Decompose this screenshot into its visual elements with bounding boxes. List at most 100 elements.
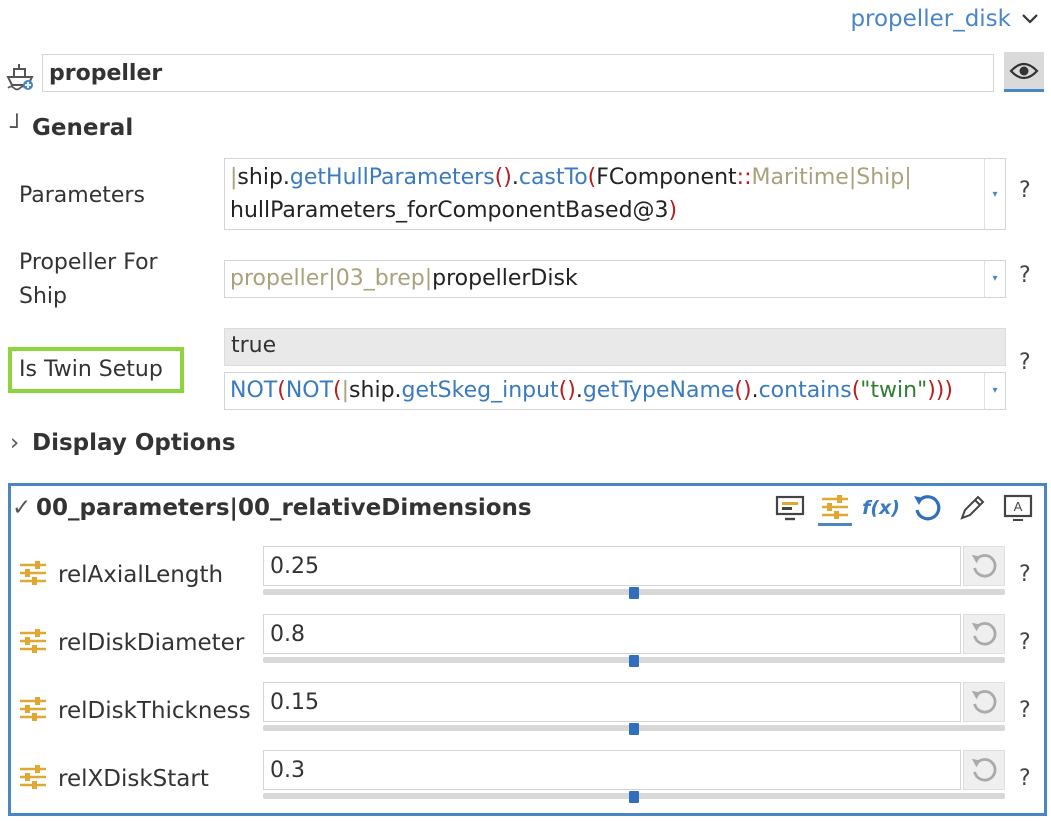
parameter-slider-icon: [20, 697, 46, 721]
general-section-header[interactable]: ┘ General: [10, 115, 133, 141]
general-section-title: General: [32, 115, 134, 141]
expr-token: (: [587, 165, 597, 190]
edit-button[interactable]: [955, 491, 989, 525]
expr-token: "twin": [860, 378, 928, 403]
expr-token: Maritime: [751, 165, 849, 190]
annotation-button[interactable]: A: [1001, 491, 1035, 525]
propeller-for-ship-field[interactable]: propeller|03_brep|propellerDisk ▾: [224, 260, 1006, 298]
component-name-input[interactable]: [42, 54, 994, 92]
parameter-slider-thumb[interactable]: [629, 723, 639, 735]
dropdown-arrow-icon[interactable]: ▾: [984, 159, 1005, 229]
expr-token: (): [558, 378, 576, 403]
expr-token: ::: [736, 165, 752, 190]
collapse-arrow-icon: ┘: [10, 115, 24, 141]
checkmark-collapse-icon: ✓: [12, 495, 32, 521]
parameter-slider-thumb[interactable]: [629, 655, 639, 667]
pencil-icon: [960, 495, 985, 520]
text-box-icon: A: [1003, 494, 1033, 521]
expr-token: NOT: [230, 378, 278, 403]
expr-token: |: [904, 165, 912, 190]
expr-token: getHullParameters: [289, 165, 495, 190]
ship-add-icon: [4, 60, 36, 92]
expr-token: castTo: [518, 165, 588, 190]
display-options-section-header[interactable]: › Display Options: [10, 430, 236, 456]
sliders-icon: [822, 495, 848, 519]
monitor-view-button[interactable]: [773, 491, 807, 525]
is-twin-setup-expression-field[interactable]: NOT(NOT(|ship.getSkeg_input().getTypeNam…: [224, 372, 1006, 410]
undo-icon: [914, 495, 941, 521]
reset-all-button[interactable]: [910, 491, 944, 525]
expr-token: ship: [349, 378, 395, 403]
parameter-reset-button[interactable]: [963, 750, 1005, 790]
expr-token: propellerDisk: [432, 266, 578, 291]
parameter-slider-icon: [20, 561, 46, 585]
expr-token: (: [851, 378, 861, 403]
expr-token: ship: [237, 165, 283, 190]
parameter-value-input[interactable]: [263, 546, 961, 586]
undo-icon: [971, 758, 997, 782]
parameter-slider-thumb[interactable]: [629, 587, 639, 599]
component-selector-label: propeller_disk: [850, 6, 1011, 32]
chevron-down-icon: [1022, 14, 1038, 24]
undo-icon: [971, 690, 997, 714]
parameter-reset-button[interactable]: [963, 546, 1005, 586]
parameter-slider-thumb[interactable]: [629, 791, 639, 803]
component-selector-dropdown[interactable]: propeller_disk: [850, 6, 1039, 32]
sliders-view-button[interactable]: [818, 491, 852, 526]
parameter-name-label: relDiskDiameter: [58, 630, 245, 656]
expr-token: .: [751, 378, 759, 403]
parameter-value-input[interactable]: [263, 750, 961, 790]
visibility-toggle-button[interactable]: [1004, 52, 1044, 92]
expr-token: hullParameters_forComponentBased@3: [230, 198, 669, 223]
eye-icon: [1009, 62, 1039, 79]
parameter-help-icon[interactable]: ?: [1019, 698, 1031, 723]
parameter-help-icon[interactable]: ?: [1019, 562, 1031, 587]
is-twin-setup-value: true: [224, 328, 1006, 366]
expr-token: (): [734, 378, 752, 403]
parameters-expression-field[interactable]: |ship.getHullParameters().castTo(FCompon…: [224, 158, 1006, 230]
dropdown-arrow-icon[interactable]: ▾: [984, 373, 1005, 409]
is-twin-setup-label: Is Twin Setup: [19, 357, 163, 382]
expr-token: .: [511, 165, 519, 190]
parameter-name-label: relDiskThickness: [58, 698, 251, 724]
expr-token: propeller|03_brep|: [230, 266, 433, 291]
parameter-help-icon[interactable]: ?: [1019, 630, 1031, 655]
expr-token: .: [575, 378, 583, 403]
expr-token: .: [394, 378, 402, 403]
expr-token: |: [341, 378, 350, 403]
parameter-slider-icon: [20, 629, 46, 653]
parameter-reset-button[interactable]: [963, 682, 1005, 722]
function-view-button[interactable]: f(x): [862, 491, 900, 525]
parameter-value-input[interactable]: [263, 682, 961, 722]
dropdown-arrow-icon[interactable]: ▾: [984, 261, 1005, 297]
parameter-name-label: relXDiskStart: [58, 766, 209, 792]
svg-text:A: A: [1014, 499, 1023, 514]
expr-token: (): [494, 165, 512, 190]
expr-token: Ship: [856, 165, 905, 190]
display-options-title: Display Options: [32, 430, 236, 456]
expr-token: ))): [927, 378, 953, 403]
parameter-reset-button[interactable]: [963, 614, 1005, 654]
undo-icon: [971, 622, 997, 646]
expr-token: getSkeg_input: [401, 378, 559, 403]
expr-token: (: [277, 378, 286, 403]
is-twin-help-icon[interactable]: ?: [1019, 350, 1031, 375]
expr-token: NOT: [285, 378, 334, 403]
parameter-help-icon[interactable]: ?: [1019, 766, 1031, 791]
propeller-for-ship-label: Propeller For Ship: [19, 250, 158, 309]
expr-token: contains: [758, 378, 852, 403]
expr-token: ): [668, 198, 678, 223]
parameter-slider-icon: [20, 765, 46, 789]
parameters-help-icon[interactable]: ?: [1019, 178, 1031, 203]
expr-token: getTypeName: [582, 378, 735, 403]
propeller-help-icon[interactable]: ?: [1019, 263, 1031, 288]
parameter-name-label: relAxialLength: [58, 562, 224, 588]
expr-token: .: [282, 165, 290, 190]
expr-token: (: [333, 378, 342, 403]
expr-token: FComponent: [596, 165, 737, 190]
monitor-icon: [775, 495, 805, 521]
chevron-right-icon: ›: [10, 430, 20, 456]
parameter-group-header[interactable]: ✓ 00_parameters|00_relativeDimensions: [12, 495, 532, 521]
parameter-value-input[interactable]: [263, 614, 961, 654]
undo-icon: [971, 554, 997, 578]
